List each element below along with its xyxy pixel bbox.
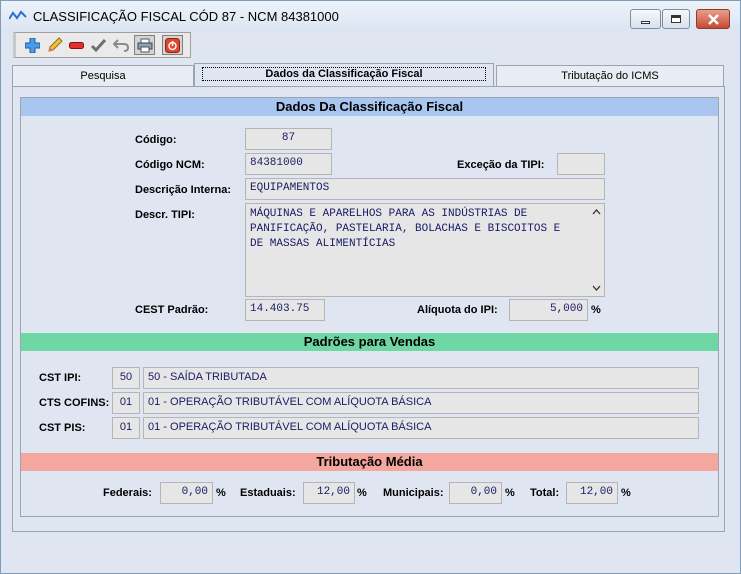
- tab-panel: Dados Da Classificação Fiscal Código: 87…: [12, 86, 725, 532]
- tab-tributacao-icms[interactable]: Tributação do ICMS: [496, 65, 724, 87]
- maximize-button[interactable]: [662, 9, 690, 29]
- cst-ipi-desc-field[interactable]: 50 - SAÍDA TRIBUTADA: [143, 367, 699, 389]
- window-title: CLASSIFICAÇÃO FISCAL CÓD 87 - NCM 843810…: [33, 9, 339, 24]
- tab-label: Dados da Classificação Fiscal: [202, 67, 486, 81]
- descr-tipi-line: DE MASSAS ALIMENTÍCIAS: [250, 238, 396, 250]
- title-bar[interactable]: CLASSIFICAÇÃO FISCAL CÓD 87 - NCM 843810…: [1, 1, 740, 31]
- aliquota-ipi-label: Alíquota do IPI:: [417, 304, 498, 316]
- aliquota-ipi-unit: %: [591, 304, 601, 316]
- cest-field[interactable]: 14.403.75: [245, 299, 325, 321]
- toolbar: [13, 32, 191, 58]
- total-field[interactable]: 12,00: [566, 482, 618, 504]
- descr-tipi-line: PANIFICAÇÃO, PASTELARIA, BOLACHAS E BISC…: [250, 223, 561, 235]
- cst-cofins-desc-field[interactable]: 01 - OPERAÇÃO TRIBUTÁVEL COM ALÍQUOTA BÁ…: [143, 392, 699, 414]
- confirm-check-icon: [91, 38, 106, 52]
- estaduais-field[interactable]: 12,00: [303, 482, 355, 504]
- descricao-interna-field[interactable]: EQUIPAMENTOS: [245, 178, 605, 200]
- codigo-label: Código:: [135, 134, 177, 146]
- close-icon: [707, 13, 719, 25]
- main-window: CLASSIFICAÇÃO FISCAL CÓD 87 - NCM 843810…: [0, 0, 741, 574]
- municipais-field[interactable]: 0,00: [449, 482, 502, 504]
- close-button[interactable]: [696, 9, 730, 29]
- exit-icon: [165, 37, 180, 53]
- excecao-tipi-field[interactable]: [557, 153, 605, 175]
- tab-dados-classificacao[interactable]: Dados da Classificação Fiscal: [194, 63, 494, 87]
- descricao-interna-label: Descrição Interna:: [135, 184, 231, 196]
- form-container: Dados Da Classificação Fiscal Código: 87…: [20, 97, 719, 517]
- print-button[interactable]: [134, 35, 155, 55]
- federais-field[interactable]: 0,00: [160, 482, 213, 504]
- cst-cofins-label: CTS COFINS:: [39, 397, 110, 409]
- edit-button[interactable]: [44, 35, 65, 55]
- maximize-icon: [671, 15, 681, 23]
- add-button[interactable]: [22, 35, 43, 55]
- section-header-tributacao: Tributação Média: [21, 453, 718, 471]
- cst-pis-label: CST PIS:: [39, 422, 86, 434]
- exit-button[interactable]: [162, 35, 183, 55]
- minimize-button[interactable]: [630, 9, 661, 29]
- codigo-field[interactable]: 87: [245, 128, 332, 150]
- confirm-button[interactable]: [88, 35, 109, 55]
- add-icon: [25, 37, 40, 53]
- federais-label: Federais:: [103, 487, 152, 499]
- minimize-icon: [641, 20, 650, 24]
- undo-icon: [112, 39, 129, 52]
- descr-tipi-line: MÁQUINAS E APARELHOS PARA AS INDÚSTRIAS …: [250, 208, 528, 220]
- tab-label: Tributação do ICMS: [561, 70, 659, 82]
- cst-cofins-code-field[interactable]: 01: [112, 392, 140, 414]
- estaduais-label: Estaduais:: [240, 487, 296, 499]
- cest-label: CEST Padrão:: [135, 304, 209, 316]
- total-label: Total:: [530, 487, 560, 499]
- tab-pesquisa[interactable]: Pesquisa: [12, 65, 194, 87]
- cst-pis-code-field[interactable]: 01: [112, 417, 140, 439]
- aliquota-ipi-field[interactable]: 5,000: [509, 299, 588, 321]
- ncm-label: Código NCM:: [135, 159, 205, 171]
- cst-pis-desc-field[interactable]: 01 - OPERAÇÃO TRIBUTÁVEL COM ALÍQUOTA BÁ…: [143, 417, 699, 439]
- scroll-up-icon[interactable]: [591, 207, 601, 217]
- remove-icon: [69, 41, 84, 49]
- print-icon: [137, 38, 152, 52]
- scroll-down-icon[interactable]: [591, 283, 601, 293]
- excecao-tipi-label: Exceção da TIPI:: [457, 159, 545, 171]
- descr-tipi-textarea[interactable]: MÁQUINAS E APARELHOS PARA AS INDÚSTRIAS …: [245, 203, 605, 297]
- cst-ipi-code-field[interactable]: 50: [112, 367, 140, 389]
- municipais-label: Municipais:: [383, 487, 444, 499]
- section-header-vendas: Padrões para Vendas: [21, 333, 718, 351]
- descr-tipi-label: Descr. TIPI:: [135, 209, 195, 221]
- federais-unit: %: [216, 487, 226, 499]
- ncm-field[interactable]: 84381000: [245, 153, 332, 175]
- estaduais-unit: %: [357, 487, 367, 499]
- edit-pencil-icon: [47, 37, 63, 52]
- undo-button[interactable]: [110, 35, 131, 55]
- section-header-dados: Dados Da Classificação Fiscal: [21, 98, 718, 116]
- tab-strip: Pesquisa Dados da Classificação Fiscal T…: [12, 63, 724, 87]
- app-icon: [8, 10, 27, 22]
- municipais-unit: %: [505, 487, 515, 499]
- remove-button[interactable]: [66, 35, 87, 55]
- tab-label: Pesquisa: [80, 70, 126, 82]
- total-unit: %: [621, 487, 631, 499]
- cst-ipi-label: CST IPI:: [39, 372, 82, 384]
